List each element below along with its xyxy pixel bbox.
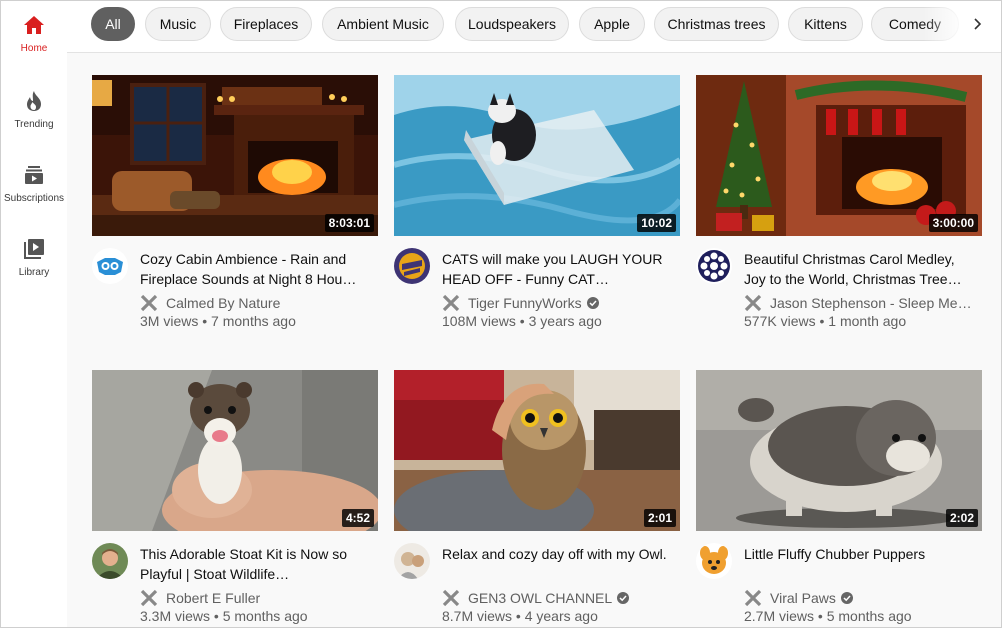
- upload-age: 7 months ago: [211, 313, 296, 329]
- view-count: 577K views: [744, 313, 816, 329]
- chip-bar-fade: [923, 1, 1001, 52]
- video-duration: 8:03:01: [324, 214, 374, 232]
- video-duration: 10:02: [637, 214, 676, 232]
- sidebar: Home Trending Subscriptions Library: [1, 1, 67, 627]
- chip-ambient-music[interactable]: Ambient Music: [322, 7, 444, 41]
- channel-avatar[interactable]: [92, 248, 128, 284]
- view-count: 3M views: [140, 313, 199, 329]
- x-icon: [442, 294, 460, 312]
- youtube-home: Home Trending Subscriptions Library All …: [0, 0, 1002, 628]
- video-thumbnail[interactable]: 8:03:01: [92, 75, 378, 236]
- channel-name-text: Robert E Fuller: [166, 590, 261, 606]
- channel-avatar[interactable]: [696, 543, 732, 579]
- channel-name[interactable]: Calmed By Nature: [140, 294, 376, 312]
- filter-chip-bar: All Music Fireplaces Ambient Music Louds…: [67, 1, 1001, 53]
- channel-avatar[interactable]: [696, 248, 732, 284]
- sidebar-item-label: Subscriptions: [3, 193, 65, 204]
- sidebar-item-subscriptions[interactable]: Subscriptions: [1, 163, 67, 233]
- chip-apple[interactable]: Apple: [579, 7, 645, 41]
- video-thumbnail[interactable]: 2:01: [394, 370, 680, 531]
- video-meta: 3M views • 7 months ago: [140, 313, 296, 329]
- chip-kittens[interactable]: Kittens: [788, 7, 863, 41]
- channel-name[interactable]: Robert E Fuller: [140, 589, 376, 607]
- library-icon: [22, 237, 46, 261]
- x-icon: [744, 589, 762, 607]
- video-meta: 8.7M views • 4 years ago: [442, 608, 598, 624]
- sidebar-item-label: Home: [20, 43, 48, 54]
- x-icon: [140, 589, 158, 607]
- video-title[interactable]: This Adorable Stoat Kit is Now so Playfu…: [140, 544, 376, 584]
- verified-badge-icon: [586, 297, 599, 309]
- x-icon: [744, 294, 762, 312]
- video-title[interactable]: Beautiful Christmas Carol Medley, Joy to…: [744, 249, 980, 289]
- upload-age: 5 months ago: [826, 608, 912, 624]
- flame-icon: [22, 89, 46, 113]
- video-duration: 2:01: [643, 509, 676, 527]
- chip-loudspeakers[interactable]: Loudspeakers: [455, 7, 569, 41]
- chip-music[interactable]: Music: [145, 7, 211, 41]
- upload-age: 3 years ago: [528, 313, 602, 329]
- channel-name[interactable]: Viral Paws: [744, 589, 980, 607]
- chevron-right-icon: [974, 18, 982, 30]
- video-duration: 3:00:00: [928, 214, 978, 232]
- chips-next-button[interactable]: [967, 14, 987, 34]
- video-title[interactable]: Cozy Cabin Ambience - Rain and Fireplace…: [140, 249, 376, 289]
- upload-age: 5 months ago: [222, 608, 308, 624]
- view-count: 2.7M views: [744, 608, 815, 624]
- video-title[interactable]: Little Fluffy Chubber Puppers: [744, 544, 980, 564]
- video-meta: 3.3M views • 5 months ago: [140, 608, 308, 624]
- sidebar-item-library[interactable]: Library: [1, 237, 67, 307]
- view-count: 8.7M views: [442, 608, 513, 624]
- verified-badge-icon: [617, 592, 630, 604]
- channel-name-text: Jason Stephenson - Sleep Me…: [770, 295, 972, 311]
- channel-name-text: Calmed By Nature: [166, 295, 281, 311]
- subscriptions-icon: [22, 163, 46, 187]
- video-thumbnail[interactable]: 3:00:00: [696, 75, 982, 236]
- x-icon: [140, 294, 158, 312]
- view-count: 3.3M views: [140, 608, 211, 624]
- video-duration: 2:02: [945, 509, 978, 527]
- channel-name-text: Tiger FunnyWorks: [468, 295, 582, 311]
- channel-name[interactable]: GEN3 OWL CHANNEL: [442, 589, 678, 607]
- video-duration: 4:52: [341, 509, 374, 527]
- channel-avatar[interactable]: [394, 248, 430, 284]
- upload-age: 4 years ago: [524, 608, 598, 624]
- video-meta: 108M views • 3 years ago: [442, 313, 602, 329]
- chip-fireplaces[interactable]: Fireplaces: [220, 7, 312, 41]
- video-thumbnail[interactable]: 10:02: [394, 75, 680, 236]
- view-count: 108M views: [442, 313, 516, 329]
- home-icon: [22, 13, 46, 37]
- x-icon: [442, 589, 460, 607]
- sidebar-item-home[interactable]: Home: [1, 13, 67, 83]
- video-meta: 577K views • 1 month ago: [744, 313, 907, 329]
- upload-age: 1 month ago: [828, 313, 907, 329]
- channel-avatar[interactable]: [394, 543, 430, 579]
- channel-name-text: Viral Paws: [770, 590, 836, 606]
- chip-christmas-trees[interactable]: Christmas trees: [654, 7, 779, 41]
- video-thumbnail[interactable]: 4:52: [92, 370, 378, 531]
- video-thumbnail[interactable]: 2:02: [696, 370, 982, 531]
- channel-name[interactable]: Jason Stephenson - Sleep Me…: [744, 294, 980, 312]
- chip-all[interactable]: All: [91, 7, 135, 41]
- sidebar-item-label: Trending: [14, 119, 54, 130]
- sidebar-item-trending[interactable]: Trending: [1, 89, 67, 159]
- channel-avatar[interactable]: [92, 543, 128, 579]
- channel-name-text: GEN3 OWL CHANNEL: [468, 590, 613, 606]
- sidebar-item-label: Library: [18, 267, 50, 278]
- video-title[interactable]: Relax and cozy day off with my Owl.: [442, 544, 678, 564]
- video-meta: 2.7M views • 5 months ago: [744, 608, 912, 624]
- video-title[interactable]: CATS will make you LAUGH YOUR HEAD OFF -…: [442, 249, 678, 289]
- channel-name[interactable]: Tiger FunnyWorks: [442, 294, 678, 312]
- verified-badge-icon: [840, 592, 853, 604]
